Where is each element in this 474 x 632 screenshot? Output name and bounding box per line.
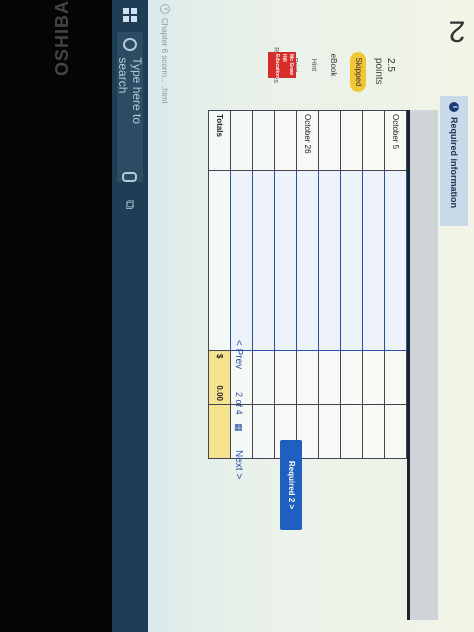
points-value: 2.5: [385, 58, 396, 72]
date-cell: [230, 110, 253, 171]
ebook-link[interactable]: eBook: [329, 40, 338, 90]
windows-start-icon[interactable]: [123, 8, 137, 22]
tab-required-information-label: Required information: [449, 117, 459, 209]
account-select[interactable]: [296, 170, 319, 351]
table-row: October 5: [384, 110, 407, 459]
totals-debit-cell: $ 0.00: [208, 350, 231, 405]
next-button[interactable]: Next >: [233, 450, 244, 479]
account-select[interactable]: [318, 170, 341, 351]
grid-view-icon[interactable]: ▦: [233, 423, 244, 432]
screen-content: 2 2.5 points Skipped eBook Hint Print Re…: [112, 0, 474, 632]
totals-credit-cell: [208, 404, 231, 459]
debit-input[interactable]: [384, 350, 407, 405]
date-cell: October 5: [384, 110, 407, 171]
table-row: [252, 110, 275, 459]
date-cell: [252, 110, 275, 171]
page-of: of: [234, 399, 244, 408]
debit-input[interactable]: [296, 350, 319, 405]
totals-debit-value: 0.00: [215, 385, 224, 401]
credit-input[interactable]: [318, 404, 341, 459]
table-row: [274, 110, 297, 459]
table-row: [340, 110, 363, 459]
table-row: [362, 110, 385, 459]
account-select[interactable]: [384, 170, 407, 351]
debit-input[interactable]: [318, 350, 341, 405]
search-icon: [123, 38, 137, 52]
account-select[interactable]: [274, 170, 297, 351]
account-select[interactable]: [340, 170, 363, 351]
page-current: 2: [234, 392, 244, 398]
account-select[interactable]: [252, 170, 275, 351]
account-select[interactable]: [362, 170, 385, 351]
info-icon: i: [449, 102, 459, 112]
taskbar-search-box[interactable]: Type here to search: [116, 32, 144, 183]
screen: 2 2.5 points Skipped eBook Hint Print Re…: [112, 0, 474, 632]
date-cell: October 26: [296, 110, 319, 171]
date-cell: [340, 110, 363, 171]
mcgraw-hill-logo: Mc Graw Hill Education: [268, 52, 296, 78]
credit-input[interactable]: [384, 404, 407, 459]
task-view-icon[interactable]: ⧉: [122, 200, 138, 209]
grid-header-bar: [407, 110, 438, 620]
debit-input[interactable]: [252, 350, 275, 405]
table-row: October 26: [296, 110, 319, 459]
page-indicator: 2 of 4 ▦: [233, 392, 244, 432]
totals-label: Totals: [208, 110, 231, 171]
laptop-bezel: OSHIBA: [0, 0, 112, 632]
journal-entry-grid: October 5 October 26 Totals $ 0.00: [176, 110, 438, 620]
debit-input[interactable]: [274, 350, 297, 405]
tab-required-information[interactable]: i Required information: [440, 96, 468, 226]
credit-input[interactable]: [362, 404, 385, 459]
chapter-tab-label: Chapter 6 scorm... .html: [160, 18, 170, 104]
windows-taskbar: Type here to search ⧉: [112, 0, 148, 632]
download-chapter-tab[interactable]: × Chapter 6 scorm... .html: [160, 4, 170, 103]
required-2-button[interactable]: Required 2 >: [280, 440, 302, 530]
date-cell: [274, 110, 297, 171]
page-total: 4: [234, 409, 244, 415]
laptop-brand-label: OSHIBA: [52, 0, 72, 77]
hint-link[interactable]: Hint: [310, 40, 317, 90]
debit-input[interactable]: [340, 350, 363, 405]
credit-input[interactable]: [340, 404, 363, 459]
question-number: 2: [448, 14, 466, 48]
close-icon[interactable]: ×: [160, 4, 170, 14]
table-row: [318, 110, 341, 459]
date-cell: [362, 110, 385, 171]
date-cell: [318, 110, 341, 171]
taskbar-search-placeholder: Type here to search: [116, 57, 144, 125]
credit-input[interactable]: [252, 404, 275, 459]
debit-input[interactable]: [362, 350, 385, 405]
currency-symbol: $: [215, 354, 224, 359]
account-select[interactable]: [230, 170, 253, 351]
totals-spacer: [208, 170, 231, 351]
prev-button[interactable]: < Prev: [233, 340, 244, 369]
skipped-status-badge: Skipped: [350, 52, 366, 92]
points-label: points: [373, 58, 384, 85]
totals-row: Totals $ 0.00: [208, 110, 231, 459]
microphone-icon[interactable]: [122, 172, 138, 183]
